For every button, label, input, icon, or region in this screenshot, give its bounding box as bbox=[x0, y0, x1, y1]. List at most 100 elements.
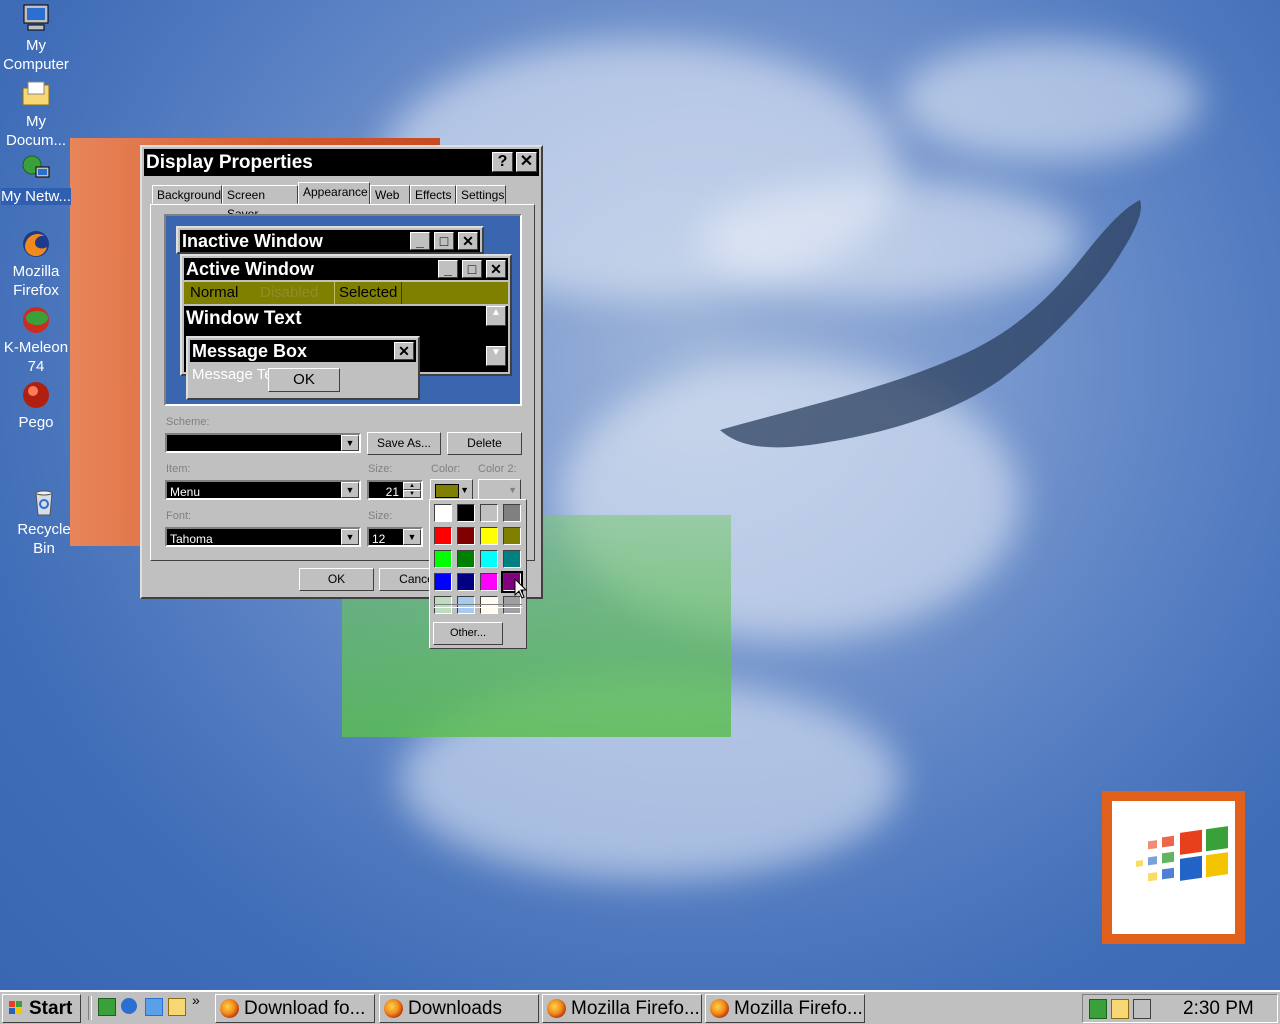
color-swatch[interactable] bbox=[480, 573, 498, 591]
font-size-select[interactable]: 12 ▼ bbox=[367, 527, 423, 547]
menu-selected[interactable]: Selected bbox=[334, 282, 403, 304]
scroll-up-icon[interactable]: ▲ bbox=[486, 306, 506, 326]
start-button[interactable]: Start bbox=[2, 994, 81, 1023]
taskbar-item-label: Mozilla Firefo... bbox=[734, 998, 863, 1019]
size-spinner[interactable]: 21 ▲ ▼ bbox=[367, 480, 423, 500]
start-label: Start bbox=[29, 998, 73, 1019]
tab-appearance[interactable]: Appearance bbox=[298, 182, 370, 205]
other-colors-button[interactable]: Other... bbox=[433, 622, 503, 645]
item-select[interactable]: Menu ▼ bbox=[165, 480, 361, 500]
windows-logo bbox=[1102, 791, 1245, 944]
chevron-down-icon[interactable]: ▼ bbox=[403, 529, 421, 545]
minimize-icon: _ bbox=[410, 232, 430, 250]
maximize-icon: □ bbox=[462, 260, 482, 278]
scroll-down-icon[interactable]: ▼ bbox=[486, 346, 506, 366]
preview-ok-button[interactable]: OK bbox=[268, 368, 340, 392]
menu-bar-preview[interactable]: Normal Disabled Selected bbox=[184, 282, 508, 304]
media-icon[interactable] bbox=[168, 998, 186, 1016]
desktop-icon-my-documents[interactable]: My Docum... bbox=[0, 78, 72, 150]
internet-explorer-icon[interactable] bbox=[121, 998, 137, 1014]
desktop-icon-firefox[interactable]: Mozilla Firefox bbox=[0, 228, 72, 300]
color-swatch[interactable] bbox=[503, 550, 521, 568]
tab-settings[interactable]: Settings bbox=[456, 185, 506, 204]
size-value: 21 bbox=[385, 485, 399, 499]
font-select[interactable]: Tahoma ▼ bbox=[165, 527, 361, 547]
color-swatch[interactable] bbox=[480, 550, 498, 568]
tab-background[interactable]: Background bbox=[152, 185, 222, 204]
desktop-icon-label: Pego bbox=[18, 414, 54, 431]
save-as-button[interactable]: Save As... bbox=[367, 432, 441, 455]
system-tray: 2:30 PM bbox=[1082, 994, 1278, 1023]
maximize-icon: □ bbox=[434, 232, 454, 250]
chevron-down-icon[interactable]: ▼ bbox=[341, 435, 359, 451]
taskbar-item-firefox-2[interactable]: Mozilla Firefo... bbox=[705, 994, 865, 1023]
close-button[interactable]: ✕ bbox=[516, 152, 537, 172]
outlook-express-icon[interactable] bbox=[145, 998, 163, 1016]
color-swatch[interactable] bbox=[480, 527, 498, 545]
spin-up-icon[interactable]: ▲ bbox=[403, 482, 421, 490]
color-swatch[interactable] bbox=[434, 550, 452, 568]
color-swatch[interactable] bbox=[434, 504, 452, 522]
network-tray-icon[interactable] bbox=[1089, 999, 1107, 1019]
pego-icon bbox=[23, 382, 49, 408]
color-swatch[interactable] bbox=[480, 504, 498, 522]
color-label: Color: bbox=[431, 463, 461, 475]
desktop-icon-label: Mozilla Firefox bbox=[12, 263, 60, 299]
color-swatch[interactable] bbox=[457, 527, 475, 545]
my-computer-icon bbox=[23, 4, 49, 31]
taskbar-item-downloads[interactable]: Downloads bbox=[379, 994, 539, 1023]
current-color-swatch bbox=[435, 484, 459, 498]
font-label: Font: bbox=[166, 510, 192, 522]
color-swatch[interactable] bbox=[434, 573, 452, 591]
taskbar-item-label: Mozilla Firefo... bbox=[571, 998, 700, 1019]
show-desktop-icon[interactable] bbox=[98, 998, 116, 1016]
taskbar-item-download[interactable]: Download fo... bbox=[215, 994, 375, 1023]
dialog-titlebar[interactable]: Display Properties ? ✕ bbox=[144, 149, 539, 176]
scheme-label: Scheme: bbox=[166, 416, 210, 428]
item-label: Item: bbox=[166, 463, 191, 475]
ok-button[interactable]: OK bbox=[299, 568, 374, 591]
window-text-label: Window Text bbox=[186, 308, 302, 329]
color-swatch[interactable] bbox=[457, 504, 475, 522]
appearance-preview[interactable]: Inactive Window _ □ ✕ Active Window _ □ … bbox=[164, 214, 522, 406]
users-tray-icon[interactable] bbox=[1133, 999, 1151, 1019]
desktop-icon-pego[interactable]: Pego bbox=[0, 379, 72, 432]
tab-web[interactable]: Web bbox=[370, 185, 410, 204]
color-swatch[interactable] bbox=[457, 550, 475, 568]
firefox-icon bbox=[710, 999, 729, 1018]
mouse-cursor-icon bbox=[514, 578, 528, 599]
color2-button[interactable]: ▼ bbox=[478, 479, 521, 501]
clock[interactable]: 2:30 PM bbox=[1183, 995, 1254, 1022]
color-swatch[interactable] bbox=[457, 573, 475, 591]
scheme-select[interactable]: ▼ bbox=[165, 433, 361, 453]
message-text: Message Text bbox=[192, 366, 268, 383]
close-icon: ✕ bbox=[486, 260, 506, 278]
desktop-icon-my-network[interactable]: My Netw... bbox=[0, 153, 72, 206]
firefox-icon bbox=[23, 231, 49, 257]
menu-normal[interactable]: Normal bbox=[190, 282, 238, 304]
color-button[interactable]: ▼ bbox=[430, 479, 473, 501]
chevron-down-icon[interactable]: ▼ bbox=[341, 482, 359, 498]
inactive-window-preview[interactable]: Inactive Window _ □ ✕ bbox=[176, 226, 484, 254]
desktop-icon-my-computer[interactable]: My Computer bbox=[0, 2, 72, 74]
active-window-title: Active Window bbox=[186, 259, 314, 279]
tab-effects[interactable]: Effects bbox=[410, 185, 456, 204]
picker-divider bbox=[434, 604, 522, 608]
desktop-icon-kmeleon[interactable]: K-Meleon 74 bbox=[0, 304, 72, 376]
color-swatch[interactable] bbox=[434, 527, 452, 545]
chevron-down-icon[interactable]: ▼ bbox=[341, 529, 359, 545]
color-swatch[interactable] bbox=[503, 504, 521, 522]
message-box-preview[interactable]: Message Box ✕ Message Text OK bbox=[186, 336, 420, 400]
delete-button[interactable]: Delete bbox=[447, 432, 522, 455]
tab-screen-saver[interactable]: Screen Saver bbox=[222, 185, 298, 221]
taskbar-divider bbox=[88, 996, 92, 1020]
spin-down-icon[interactable]: ▼ bbox=[403, 490, 421, 498]
color-swatch[interactable] bbox=[503, 527, 521, 545]
tray-app-icon[interactable] bbox=[1111, 999, 1129, 1019]
chevron-right-icon[interactable]: » bbox=[192, 992, 200, 1008]
menu-disabled[interactable]: Disabled bbox=[260, 282, 318, 304]
firefox-icon bbox=[384, 999, 403, 1018]
taskbar-item-firefox-1[interactable]: Mozilla Firefo... bbox=[542, 994, 702, 1023]
help-button[interactable]: ? bbox=[492, 152, 513, 172]
desktop-icon-recycle-bin[interactable]: Recycle Bin bbox=[8, 486, 80, 558]
